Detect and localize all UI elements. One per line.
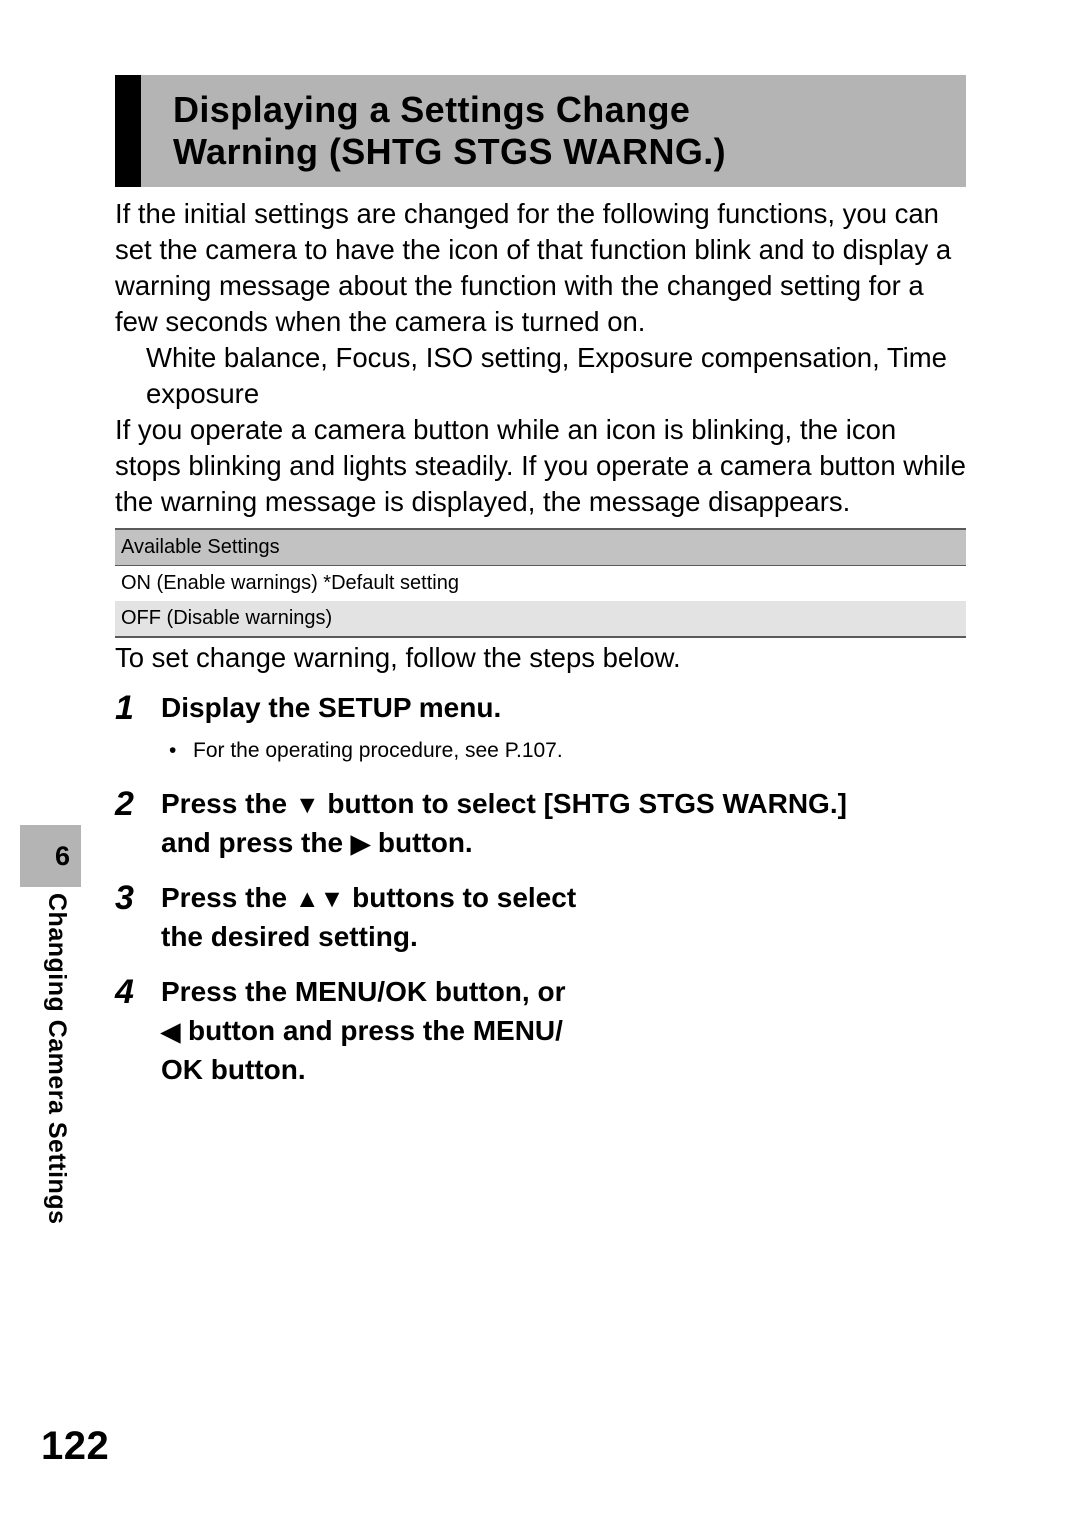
- page-title: Displaying a Settings Change Warning (SH…: [141, 75, 966, 187]
- page-title-line-1: Displaying a Settings Change: [173, 88, 691, 130]
- step-heading-line-1: Press the ▼ button to select [SHTG STGS …: [161, 784, 975, 823]
- down-triangle-icon: ▼: [294, 791, 320, 819]
- step-text-suffix: button and press the MENU/: [180, 1015, 563, 1046]
- step-heading-line-2: ◀ button and press the MENU/: [161, 1011, 975, 1050]
- step-text-suffix: button to select [SHTG STGS WARNG.]: [319, 788, 847, 819]
- step-heading-line-1: Press the MENU/OK button, or: [161, 976, 566, 1007]
- step-3: 3 Press the ▲▼ buttons to select the des…: [115, 878, 975, 956]
- affected-functions-list: White balance, Focus, ISO setting, Expos…: [146, 342, 947, 409]
- steps-intro-text: To set change warning, follow the steps …: [115, 642, 681, 673]
- step-text-prefix: and press the: [161, 827, 351, 858]
- header-accent-bar: [115, 75, 141, 187]
- step-body: Press the MENU/OK button, or ◀ button an…: [161, 972, 975, 1089]
- step-heading-line-2: and press the ▶ button.: [161, 823, 975, 862]
- step-body: Display the SETUP menu. • For the operat…: [161, 688, 975, 765]
- blinking-behavior-paragraph: If you operate a camera button while an …: [115, 414, 966, 517]
- chapter-title-vertical: Changing Camera Settings: [43, 893, 71, 1225]
- step-text-suffix: button.: [370, 827, 473, 858]
- page-title-line-2: Warning (SHTG STGS WARNG.): [173, 131, 727, 172]
- step-heading-line-3: OK button.: [161, 1054, 306, 1085]
- step-text-prefix: Press the: [161, 882, 295, 913]
- body-content: If the initial settings are changed for …: [115, 196, 966, 520]
- intro-paragraph: If the initial settings are changed for …: [115, 198, 952, 337]
- table-header-row: Available Settings: [115, 530, 966, 566]
- available-settings-table: Available Settings ON (Enable warnings) …: [115, 528, 966, 638]
- step-1: 1 Display the SETUP menu. • For the oper…: [115, 688, 975, 765]
- table-row: OFF (Disable warnings): [115, 601, 966, 636]
- chapter-number-tab: 6: [20, 825, 81, 887]
- step-body: Press the ▼ button to select [SHTG STGS …: [161, 784, 975, 862]
- step-2: 2 Press the ▼ button to select [SHTG STG…: [115, 784, 975, 862]
- step-text-suffix: buttons to select: [344, 882, 577, 913]
- table-row: ON (Enable warnings) *Default setting: [115, 566, 966, 601]
- step-number: 3: [115, 879, 134, 917]
- step-heading: Display the SETUP menu.: [161, 692, 502, 723]
- step-heading-line-2: the desired setting.: [161, 921, 418, 952]
- step-number: 2: [115, 785, 134, 823]
- page-number: 122: [41, 1424, 110, 1468]
- left-triangle-icon: ◀: [161, 1018, 181, 1046]
- step-text-prefix: Press the: [161, 788, 295, 819]
- step-number: 4: [115, 973, 134, 1011]
- step-number: 1: [115, 689, 134, 727]
- section-header-banner: Displaying a Settings Change Warning (SH…: [115, 75, 966, 187]
- step-heading-line-1: Press the ▲▼ buttons to select: [161, 878, 975, 917]
- step-note-text: For the operating procedure, see P.107.: [193, 739, 563, 762]
- step-4: 4 Press the MENU/OK button, or ◀ button …: [115, 972, 975, 1089]
- right-triangle-icon: ▶: [350, 830, 371, 858]
- step-note: • For the operating procedure, see P.107…: [161, 737, 975, 765]
- up-down-triangle-icon: ▲▼: [294, 885, 345, 913]
- bullet-icon: •: [169, 739, 177, 762]
- step-body: Press the ▲▼ buttons to select the desir…: [161, 878, 975, 956]
